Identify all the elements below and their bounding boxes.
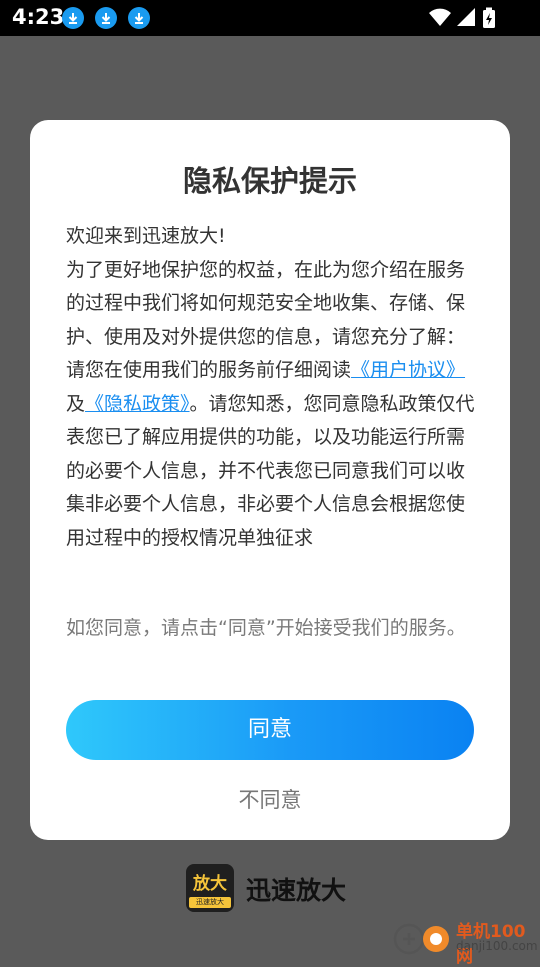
privacy-policy-link[interactable]: 《隐私政策》 bbox=[85, 393, 190, 415]
app-branding: 放大 迅速放大 迅速放大 bbox=[186, 864, 386, 914]
download-icon bbox=[128, 7, 150, 29]
wifi-icon bbox=[429, 8, 451, 26]
disagree-button[interactable]: 不同意 bbox=[180, 780, 360, 820]
signal-icon bbox=[457, 8, 475, 26]
app-name: 迅速放大 bbox=[246, 876, 347, 905]
watermark-logo-icon bbox=[393, 923, 449, 955]
agreement-prefix: 请您在使用我们的服务前仔细阅读 bbox=[66, 359, 352, 381]
app-logo: 放大 迅速放大 bbox=[186, 864, 234, 912]
download-icon bbox=[95, 7, 117, 29]
download-icon bbox=[62, 7, 84, 29]
status-time: 4:23 bbox=[12, 5, 65, 29]
agreement-paragraph: 请您在使用我们的服务前仔细阅读《用户协议》及《隐私政策》。请您知悉，您同意隐私政… bbox=[66, 354, 476, 555]
welcome-text: 欢迎来到迅速放大! bbox=[66, 225, 226, 247]
watermark: 单机100网 danji100.com bbox=[392, 916, 540, 967]
agreement-rest: 。请您知悉，您同意隐私政策仅代表您已了解应用提供的功能，以及功能运行所需的必要个… bbox=[66, 392, 475, 549]
logo-sub-text: 迅速放大 bbox=[189, 897, 231, 908]
watermark-url: danji100.com bbox=[456, 939, 538, 953]
intro-paragraph: 为了更好地保护您的权益，在此为您介绍在服务的过程中我们将如何规范安全地收集、存储… bbox=[66, 258, 466, 348]
dialog-title: 隐私保护提示 bbox=[182, 164, 357, 198]
logo-main-text: 放大 bbox=[193, 874, 227, 894]
user-agreement-link[interactable]: 《用户协议》 bbox=[351, 359, 465, 381]
battery-charging-icon bbox=[483, 7, 495, 28]
privacy-dialog: 隐私保护提示 欢迎来到迅速放大! 为了更好地保护您的权益，在此为您介绍在服务的过… bbox=[30, 120, 510, 840]
agree-button[interactable]: 同意 bbox=[66, 700, 474, 760]
consent-note: 如您同意，请点击“同意”开始接受我们的服务。 bbox=[66, 617, 466, 639]
status-bar: 4:23 bbox=[0, 0, 540, 36]
agreement-and: 及 bbox=[66, 392, 86, 415]
